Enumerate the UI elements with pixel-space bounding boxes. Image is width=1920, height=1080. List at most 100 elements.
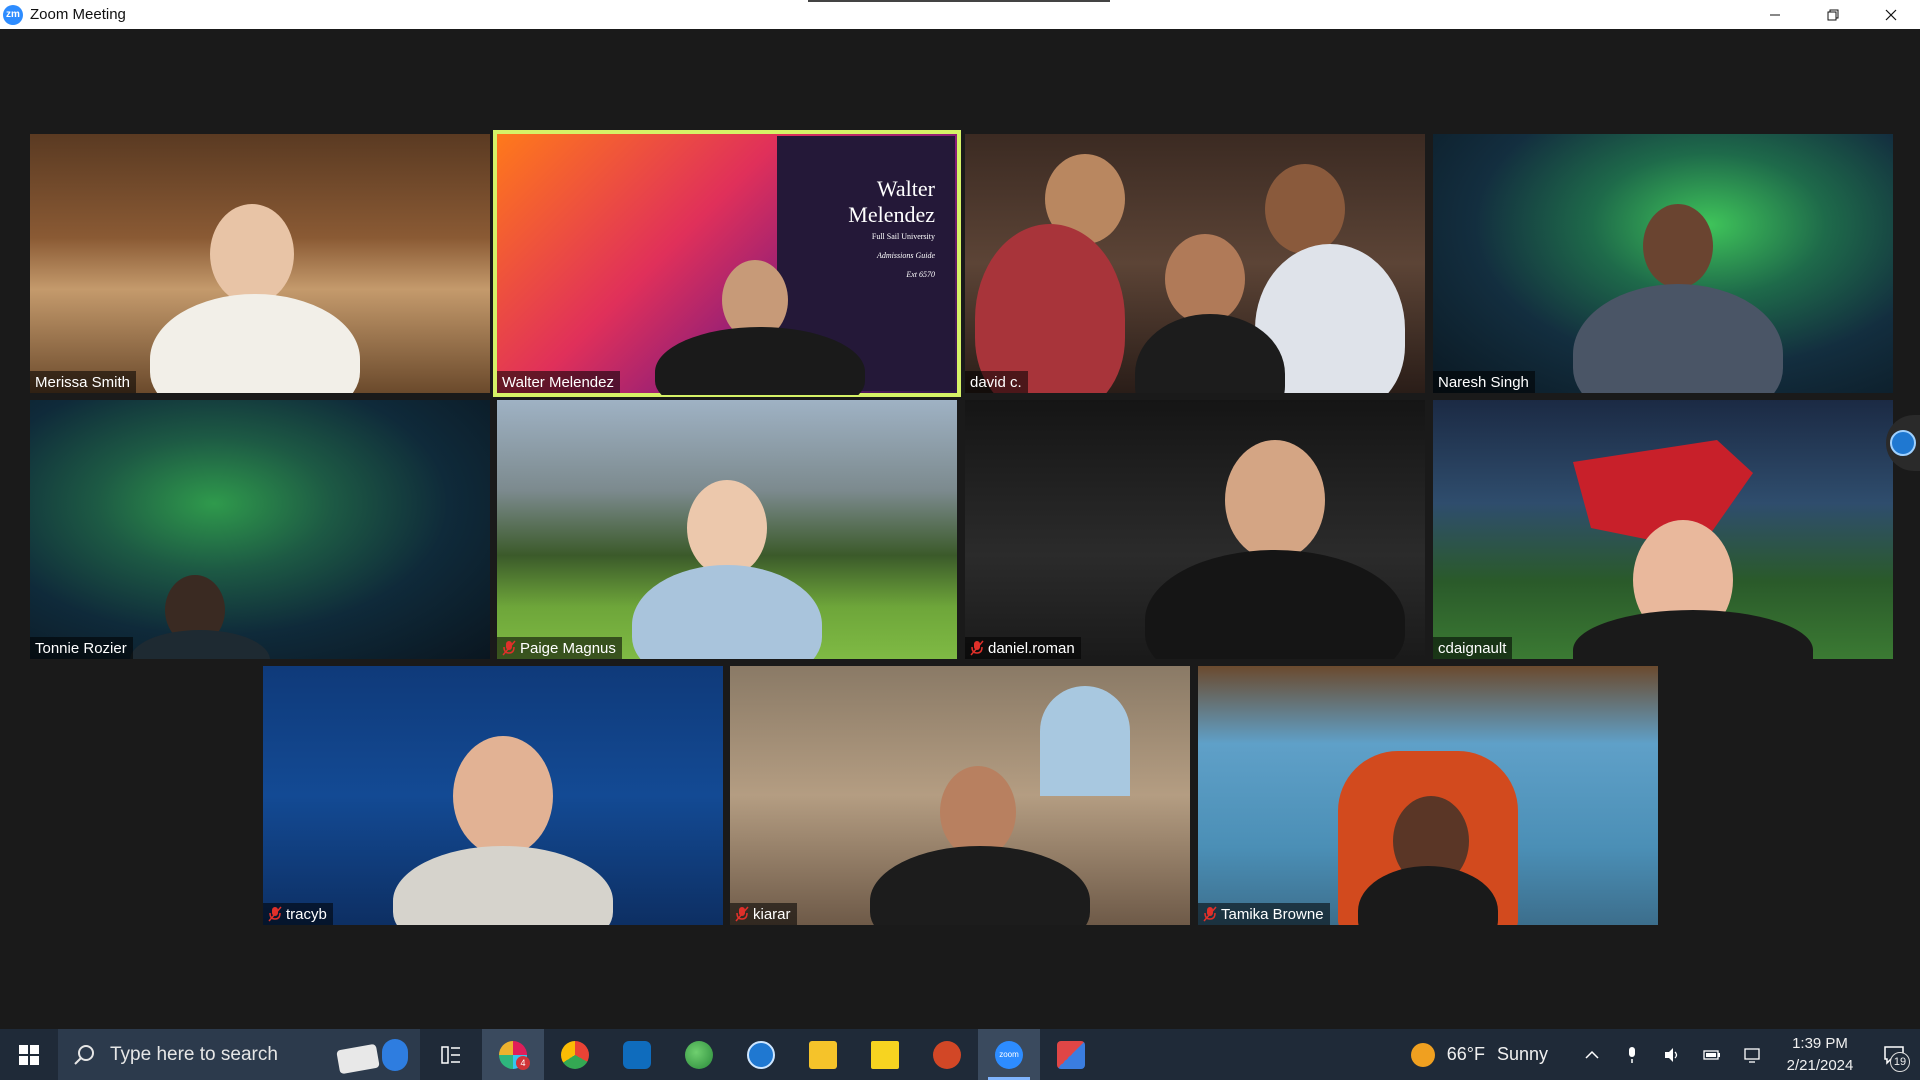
name-tag: cdaignault: [1433, 637, 1513, 659]
weather-temp: 66°F: [1446, 1044, 1485, 1064]
video-tile-tracyb[interactable]: tracyb: [263, 666, 723, 925]
restore-button[interactable]: [1804, 0, 1862, 29]
participant-video: [1225, 440, 1325, 560]
globe-icon: [685, 1040, 713, 1069]
zoom-logo-icon: zm: [3, 4, 23, 25]
video-tile-walter-melendez[interactable]: Walter Melendez Full Sail University Adm…: [493, 130, 961, 397]
close-icon: [1885, 9, 1897, 20]
minimize-icon: [1770, 14, 1780, 15]
window-decor: [1040, 686, 1130, 796]
sticky-notes-icon: [871, 1040, 899, 1069]
taskbar-powerpoint[interactable]: [916, 1029, 978, 1080]
microphone-icon: [1629, 1046, 1635, 1063]
minimize-button[interactable]: [1746, 0, 1804, 29]
slack-badge: 4: [516, 1056, 530, 1070]
companion-icon: [1890, 430, 1916, 456]
name-tag: kiarar: [730, 903, 797, 925]
video-tile-naresh-singh[interactable]: Naresh Singh: [1433, 134, 1893, 393]
name-tag: david c.: [965, 371, 1028, 393]
video-tile-cdaignault[interactable]: cdaignault: [1433, 400, 1893, 659]
taskbar-companion[interactable]: [730, 1029, 792, 1080]
search-placeholder: Type here to search: [110, 1043, 278, 1065]
video-tile-kiarar[interactable]: kiarar: [730, 666, 1190, 925]
title-bar: zm Zoom Meeting: [0, 0, 1920, 29]
name-tag: Walter Melendez: [497, 371, 620, 393]
notification-count: 19: [1890, 1052, 1910, 1072]
taskbar-globe[interactable]: [668, 1029, 730, 1080]
muted-mic-icon: [970, 640, 984, 656]
speaker-icon: [1665, 1047, 1678, 1062]
snipping-tool-icon: [1057, 1040, 1085, 1069]
file-explorer-icon: [809, 1040, 837, 1069]
video-tile-paige-magnus[interactable]: Paige Magnus: [497, 400, 957, 659]
battery-icon: [1703, 1049, 1720, 1060]
muted-mic-icon: [502, 640, 516, 656]
taskbar-zoom[interactable]: zoom: [978, 1029, 1040, 1080]
slide-role: Admissions Guide: [877, 251, 935, 260]
start-button[interactable]: [0, 1029, 58, 1080]
clock-time: 1:39 PM: [1792, 1034, 1848, 1052]
task-view-button[interactable]: [420, 1029, 482, 1080]
show-hidden-icons-button[interactable]: [1572, 1029, 1612, 1080]
name-tag: Tamika Browne: [1198, 903, 1330, 925]
zoom-icon: zoom: [995, 1040, 1023, 1069]
taskbar: Type here to search 4 zoom 66°F Sunny 1:…: [0, 1029, 1920, 1080]
taskbar-chrome[interactable]: [544, 1029, 606, 1080]
name-tag: Naresh Singh: [1433, 371, 1535, 393]
slide-title-line1: Walter: [876, 176, 935, 201]
participant-video: [210, 204, 294, 304]
taskbar-sticky-notes[interactable]: [854, 1029, 916, 1080]
drag-handle[interactable]: [808, 0, 1110, 2]
clock[interactable]: 1:39 PM 2/21/2024: [1772, 1033, 1868, 1077]
powerpoint-icon: [933, 1040, 961, 1069]
slide-ext: Ext 6570: [906, 270, 935, 279]
muted-mic-icon: [268, 906, 282, 922]
participant-video: [453, 736, 553, 856]
network-button[interactable]: [1732, 1029, 1772, 1080]
taskbar-file-explorer[interactable]: [792, 1029, 854, 1080]
network-icon: [1744, 1047, 1760, 1063]
video-tile-merissa-smith[interactable]: Merissa Smith: [30, 134, 490, 393]
system-tray: 66°F Sunny 1:39 PM 2/21/2024 19: [1410, 1029, 1920, 1080]
muted-mic-icon: [1203, 906, 1217, 922]
weather-widget[interactable]: 66°F Sunny: [1410, 1042, 1548, 1067]
participant-video: [687, 480, 767, 576]
participant-video: [940, 766, 1016, 858]
name-tag: tracyb: [263, 903, 333, 925]
participant-video: [1643, 204, 1713, 288]
companion-icon: [747, 1040, 775, 1069]
window-controls: [1746, 0, 1920, 29]
clock-date: 2/21/2024: [1786, 1056, 1854, 1074]
gallery-view: Merissa Smith Walter Melendez Full Sail …: [0, 29, 1920, 1029]
muted-mic-icon: [735, 906, 749, 922]
microphone-button[interactable]: [1612, 1029, 1652, 1080]
name-tag: daniel.roman: [965, 637, 1081, 659]
windows-icon: [19, 1044, 39, 1065]
close-button[interactable]: [1862, 0, 1920, 29]
weather-condition: Sunny: [1496, 1044, 1548, 1064]
window-title: Zoom Meeting: [30, 6, 126, 23]
volume-button[interactable]: [1652, 1029, 1692, 1080]
video-tile-david-c[interactable]: david c.: [965, 134, 1425, 393]
chrome-icon: [561, 1040, 589, 1069]
name-tag: Paige Magnus: [497, 637, 622, 659]
sun-icon: [1410, 1042, 1435, 1067]
taskbar-outlook[interactable]: [606, 1029, 668, 1080]
taskbar-search[interactable]: Type here to search: [58, 1029, 420, 1080]
taskbar-slack[interactable]: 4: [482, 1029, 544, 1080]
slide-org: Full Sail University: [871, 232, 935, 241]
video-tile-daniel-roman[interactable]: daniel.roman: [965, 400, 1425, 659]
chevron-up-icon: [1585, 1050, 1599, 1059]
name-tag: Tonnie Rozier: [30, 637, 133, 659]
notification-center-button[interactable]: 19: [1868, 1029, 1920, 1080]
search-icon: [74, 1044, 94, 1065]
video-tile-tonnie-rozier[interactable]: Tonnie Rozier: [30, 400, 490, 659]
slide-title-line2: Melendez: [848, 202, 935, 227]
task-view-icon: [441, 1045, 460, 1064]
restore-icon: [1827, 9, 1839, 20]
outlook-icon: [623, 1040, 651, 1069]
battery-button[interactable]: [1692, 1029, 1732, 1080]
video-tile-tamika-browne[interactable]: Tamika Browne: [1198, 666, 1658, 925]
taskbar-snipping-tool[interactable]: [1040, 1029, 1102, 1080]
name-tag: Merissa Smith: [30, 371, 137, 393]
